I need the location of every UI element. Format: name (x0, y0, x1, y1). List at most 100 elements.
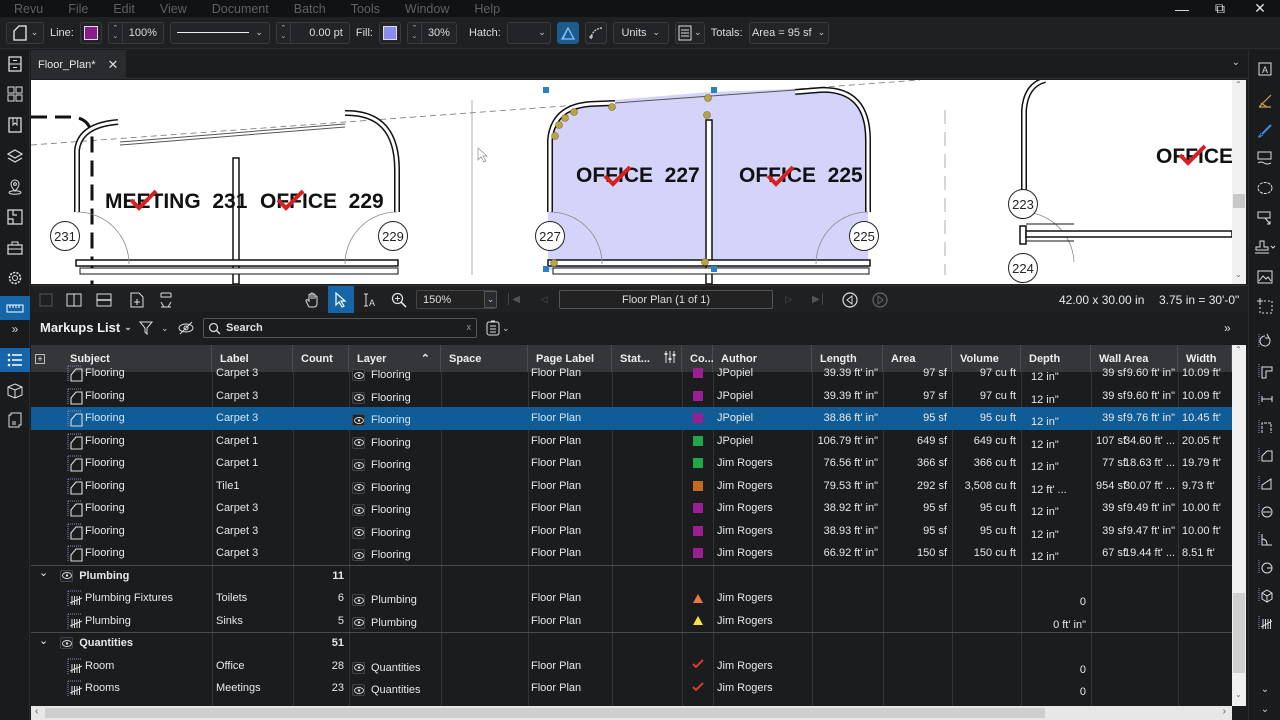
menu-window[interactable]: Window (391, 2, 460, 16)
layer-visibility-eye-icon[interactable] (352, 414, 365, 427)
menu-file[interactable]: File (54, 2, 99, 16)
pan-hand-icon[interactable] (301, 289, 323, 310)
snapshot-icon[interactable] (1249, 295, 1280, 317)
layer-visibility-eye-icon[interactable] (352, 481, 365, 494)
layer-visibility-eye-icon[interactable] (352, 369, 365, 382)
line-style-dropdown[interactable]: ⌄ (169, 21, 270, 44)
search-input[interactable]: Search x (203, 318, 477, 338)
layout-dropdown[interactable]: ⌄ (674, 21, 705, 44)
layer-visibility-eye-icon[interactable] (352, 684, 365, 697)
minimize-icon[interactable]: — (1165, 0, 1199, 17)
collapse-chevron-icon[interactable]: ⌄ (39, 634, 48, 647)
restore-icon[interactable]: ⧉ (1203, 0, 1237, 17)
table-row[interactable]: Plumbing Fixtures Toilets 6 Plumbing Floor P… (31, 587, 1232, 610)
bookmarks-icon[interactable] (0, 113, 30, 137)
measure-length-icon[interactable] (1249, 388, 1280, 410)
canvas-vertical-scrollbar[interactable]: ⌃ ⌄ (1232, 80, 1246, 284)
scroll-right-icon[interactable]: › (1223, 706, 1226, 717)
layer-visibility-eye-icon[interactable] (352, 594, 365, 607)
table-row[interactable]: Flooring Carpet 3 Flooring Floor Plan Jim Ro… (31, 520, 1232, 543)
thumbnails-icon[interactable] (0, 82, 30, 106)
last-page-icon[interactable]: ▶│ (811, 289, 827, 310)
menu-tools[interactable]: Tools (337, 2, 391, 16)
spaces-icon[interactable] (0, 205, 30, 229)
measure-perimeter-icon[interactable] (1249, 330, 1280, 352)
sync-pages-icon[interactable] (128, 289, 146, 310)
curve-tool-button[interactable] (584, 21, 607, 44)
scale-readout[interactable]: 3.75 in = 30'-0" (1159, 293, 1239, 307)
table-row[interactable]: Room Office 28 Quantities Floor Plan Jim Roge… (31, 655, 1232, 678)
settings-gear-icon[interactable] (0, 266, 30, 290)
layer-visibility-eye-icon[interactable] (352, 661, 365, 674)
scroll-left-icon[interactable]: ‹ (35, 706, 38, 717)
table-row[interactable]: Flooring Carpet 1 Flooring Floor Plan Jim Ro… (31, 452, 1232, 475)
scroll-down-icon[interactable]: ⌄ (1235, 690, 1242, 699)
scroll-down-icon[interactable]: ⌄ (1235, 270, 1242, 279)
measure-wall-icon[interactable] (1249, 360, 1280, 382)
layers-icon[interactable] (0, 144, 30, 168)
table-horizontal-scrollbar[interactable]: ‹ › (31, 706, 1232, 720)
markups-list-icon[interactable] (0, 348, 30, 372)
layer-visibility-eye-icon[interactable] (60, 637, 74, 650)
toolchest-icon[interactable] (0, 236, 30, 260)
measure-angle-icon[interactable] (1249, 528, 1280, 550)
page-number-field[interactable]: Floor Plan (1 of 1) (559, 290, 773, 309)
table-row[interactable]: Flooring Carpet 3 Flooring Floor Plan JPopie… (31, 385, 1232, 408)
measure-polylength-icon[interactable] (1249, 416, 1280, 438)
measure-diameter-icon[interactable] (1249, 500, 1280, 522)
table-row[interactable]: Flooring Carpet 3 Flooring Floor Plan Jim Ro… (31, 542, 1232, 565)
table-vertical-scrollbar[interactable]: ⌃ ⌄ (1232, 345, 1246, 706)
menu-edit[interactable]: Edit (99, 2, 146, 16)
highlighter-icon[interactable] (1249, 90, 1280, 112)
line-width-stepper[interactable]: ⌃ ⌄ (275, 21, 290, 44)
scroll-up-icon[interactable]: ⌃ (1235, 80, 1242, 89)
table-row[interactable]: Flooring Carpet 3 Flooring Floor Plan Jim Ro… (31, 497, 1232, 520)
measure-area-icon[interactable] (1249, 444, 1280, 466)
menu-view[interactable]: View (146, 2, 198, 16)
select-text-icon[interactable]: A (359, 289, 379, 310)
layer-visibility-eye-icon[interactable] (352, 526, 365, 539)
fill-opacity-stepper[interactable]: ⌃ ⌄ (406, 21, 421, 44)
stamp-icon[interactable] (1249, 236, 1280, 258)
units-dropdown[interactable]: Units ⌄ (612, 21, 669, 44)
scroll-thumb[interactable] (1233, 194, 1245, 208)
clear-search-icon[interactable]: x (467, 322, 472, 332)
layer-visibility-eye-icon[interactable] (352, 459, 365, 472)
menu-help[interactable]: Help (460, 2, 511, 16)
scroll-up-icon[interactable]: ⌃ (1235, 345, 1242, 354)
scroll-thumb[interactable] (1233, 593, 1245, 673)
shape-style-dropdown[interactable]: ⌄ (6, 21, 44, 44)
more-tools-chevron-icon[interactable]: ⌄ (1249, 678, 1280, 700)
tabs-overflow-chevron-icon[interactable]: ⌄ (1232, 57, 1240, 68)
menu-revu[interactable]: Revu (0, 2, 54, 16)
scroll-thumb[interactable] (45, 708, 1045, 718)
next-page-icon[interactable]: ▷ (781, 289, 797, 310)
count-tally-icon[interactable] (1249, 612, 1280, 634)
first-page-icon[interactable]: │◀ (505, 289, 521, 310)
image-icon[interactable] (1249, 266, 1280, 288)
hide-markups-eye-slash-icon[interactable] (178, 321, 194, 338)
table-row[interactable]: Flooring Carpet 3 Flooring Floor Plan JPopie… (31, 407, 1232, 430)
single-page-view-icon[interactable] (37, 289, 55, 310)
opacity-stepper[interactable]: ⌃ ⌄ (107, 21, 122, 44)
layer-visibility-eye-icon[interactable] (352, 616, 365, 629)
tab-floor-plan[interactable]: Floor_Plan* ✕ (31, 50, 126, 79)
scripts-icon[interactable] (0, 408, 30, 432)
forward-view-icon[interactable] (871, 289, 889, 310)
cloud-icon[interactable] (1249, 177, 1280, 199)
drawing-canvas[interactable]: MEETING 231 OFFICE 229 OFFICE 227 OFFICE… (31, 80, 1232, 284)
layer-visibility-eye-icon[interactable] (352, 436, 365, 449)
menu-document[interactable]: Document (198, 2, 280, 16)
table-row[interactable]: Flooring Carpet 3 Flooring Floor Plan JPopie… (31, 362, 1232, 385)
group-row[interactable]: ⌄ Plumbing 11 (31, 564, 1232, 588)
location-pin-icon[interactable] (0, 175, 30, 199)
close-icon[interactable]: ✕ (1243, 0, 1277, 17)
select-arrow-icon[interactable] (328, 286, 354, 313)
expand-panel-icon[interactable]: » (0, 317, 30, 341)
line-width-field[interactable]: 0.00 pt (289, 21, 350, 44)
line-color-button[interactable] (79, 21, 102, 44)
previous-page-icon[interactable]: ◁ (536, 289, 552, 310)
group-row[interactable]: ⌄ Quantities 51 (31, 632, 1232, 655)
markups-list-menu[interactable]: Markups List ⌄ (40, 320, 132, 335)
measure-3d-volume-icon[interactable] (1249, 584, 1280, 606)
